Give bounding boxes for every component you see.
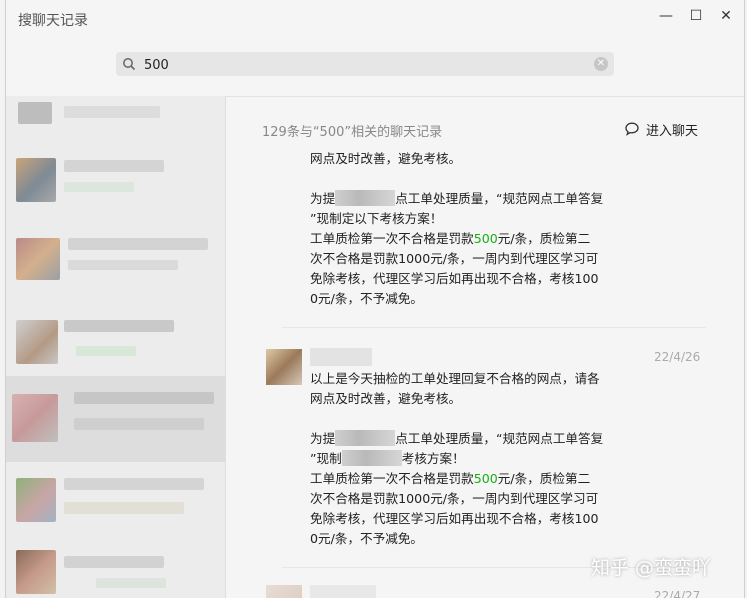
blurred-name <box>64 106 160 118</box>
redacted-text <box>335 430 396 446</box>
message-line: 次不合格是罚款1000元/条，一周内到代理区学习可 <box>310 251 599 266</box>
chat-list-item[interactable] <box>6 96 225 152</box>
message-line: 网点及时改善，避免考核。 <box>310 151 462 166</box>
message-result: 以上是今天抽检的工单处理回复不合格的网点，请各 网点及时改善，避免考核。为提 点工单… <box>310 369 640 549</box>
avatar <box>266 349 302 385</box>
blurred-sender-name <box>310 348 372 366</box>
message-date: 22/4/26 <box>654 350 701 364</box>
search-chat-window: 搜聊天记录 — ☐ ✕ ✕ <box>5 0 745 598</box>
message-line: 工单质检第一次不合格是罚款500元/条，质检第二 <box>310 231 591 246</box>
search-match-highlight: 500 <box>473 471 498 486</box>
avatar <box>266 585 302 598</box>
chat-list-item[interactable] <box>6 230 225 304</box>
message-line: ”现制 考核方案！ <box>310 450 465 466</box>
redacted-text <box>335 190 396 206</box>
message-line: 免除考核，代理区学习后如再出现不合格，考核100 <box>310 271 599 286</box>
blurred-name <box>64 556 164 568</box>
avatar <box>18 102 52 124</box>
clear-search-icon[interactable]: ✕ <box>594 57 608 71</box>
blurred-name <box>64 320 174 332</box>
message-line: 0元/条，不予减免。 <box>310 531 424 546</box>
enter-chat-button[interactable]: 进入聊天 <box>624 119 698 139</box>
blurred-preview <box>76 346 136 356</box>
avatar <box>16 550 56 594</box>
watermark: 知乎 @蛮蛮吖 <box>591 557 712 579</box>
avatar <box>16 238 60 280</box>
search-icon <box>123 58 136 71</box>
search-results-pane: 129条与“500”相关的聊天记录 进入聊天 网点及时改善，避免考核。为提 点工单… <box>226 96 744 598</box>
results-summary: 129条与“500”相关的聊天记录 <box>262 125 443 140</box>
maximize-button[interactable]: ☐ <box>683 6 709 26</box>
blurred-name <box>74 392 214 404</box>
chat-bubble-icon <box>625 122 639 136</box>
blurred-preview <box>96 578 166 588</box>
message-line: ”现制定以下考核方案！ <box>310 211 443 226</box>
search-box: ✕ <box>116 52 614 76</box>
close-button[interactable]: ✕ <box>713 6 739 26</box>
message-result: 网点及时改善，避免考核。为提 点工单处理质量，“规范网点工单答复 ”现制定以下考核方… <box>310 149 640 309</box>
avatar <box>16 158 56 202</box>
search-input[interactable] <box>142 54 576 76</box>
avatar <box>12 394 58 442</box>
search-match-highlight: 500 <box>473 231 498 246</box>
message-line: 0元/条，不予减免。 <box>310 291 424 306</box>
avatar <box>16 478 56 522</box>
message-line: 为提 点工单处理质量，“规范网点工单答复 <box>310 190 604 206</box>
message-line: 网点及时改善，避免考核。 <box>310 391 462 406</box>
blurred-name <box>64 160 164 172</box>
message-line: 为提 点工单处理质量，“规范网点工单答复 <box>310 430 604 446</box>
chat-list[interactable] <box>6 96 225 598</box>
result-divider <box>282 327 706 328</box>
avatar <box>16 320 58 364</box>
blurred-preview <box>74 418 204 430</box>
minimize-button[interactable]: — <box>653 6 679 26</box>
message-line: 以上是今天抽检的工单处理回复不合格的网点，请各 <box>310 371 600 386</box>
message-line: 工单质检第一次不合格是罚款500元/条，质检第二 <box>310 471 591 486</box>
chat-list-item[interactable] <box>6 538 225 598</box>
redacted-text <box>341 450 402 466</box>
message-date: 22/4/27 <box>654 589 701 598</box>
chat-list-item[interactable] <box>6 304 225 376</box>
chat-list-item[interactable] <box>6 462 225 538</box>
blurred-name <box>64 478 204 490</box>
blurred-preview <box>64 502 184 514</box>
blurred-sender-name <box>310 585 376 598</box>
blurred-name <box>68 238 208 250</box>
message-line: 免除考核，代理区学习后如再出现不合格，考核100 <box>310 511 599 526</box>
enter-chat-label: 进入聊天 <box>646 123 699 139</box>
blurred-preview <box>64 182 134 192</box>
chat-list-item-selected[interactable] <box>6 376 225 462</box>
window-title: 搜聊天记录 <box>18 13 88 29</box>
title-bar: 搜聊天记录 — ☐ ✕ <box>6 0 744 38</box>
blurred-preview <box>68 260 178 270</box>
chat-list-item[interactable] <box>6 152 225 230</box>
message-line: 次不合格是罚款1000元/条，一周内到代理区学习可 <box>310 491 599 506</box>
